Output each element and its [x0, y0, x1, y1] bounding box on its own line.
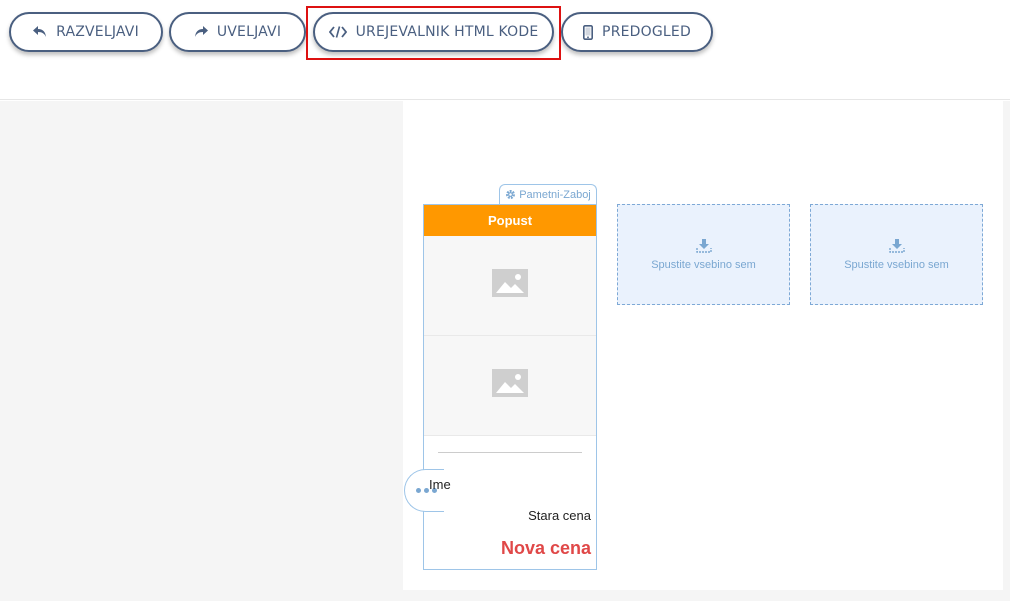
work-area: Pametni-Zaboj Popust Ime Stara cena Nova…	[0, 101, 1010, 601]
preview-label: PREDOGLED	[602, 24, 691, 40]
undo-label: RAZVELJAVI	[56, 24, 139, 40]
preview-button[interactable]: PREDOGLED	[561, 12, 713, 52]
divider	[438, 452, 582, 453]
download-icon	[695, 238, 712, 253]
dropzone-text: Spustite vsebino sem	[844, 258, 949, 271]
image-placeholder-icon	[492, 269, 528, 302]
smart-box-label[interactable]: Pametni-Zaboj	[499, 184, 597, 204]
undo-button[interactable]: RAZVELJAVI	[9, 12, 163, 52]
mobile-icon	[583, 24, 594, 40]
undo-icon	[33, 26, 47, 38]
redo-label: UVELJAVI	[216, 24, 282, 40]
editor-toolbar: RAZVELJAVI UVELJAVI UREJEVALNIK HTML KOD…	[0, 0, 1010, 100]
discount-header[interactable]: Popust	[424, 205, 596, 236]
product-image-slot[interactable]	[424, 236, 596, 336]
download-icon	[888, 238, 905, 253]
dropzone-text: Spustite vsebino sem	[651, 258, 756, 271]
code-icon	[328, 26, 347, 38]
redo-button[interactable]: UVELJAVI	[169, 12, 306, 52]
product-image-slot[interactable]	[424, 336, 596, 436]
gear-icon	[505, 189, 516, 200]
product-name[interactable]: Ime	[429, 477, 451, 492]
old-price[interactable]: Stara cena	[528, 508, 591, 523]
html-editor-label: UREJEVALNIK HTML KODE	[355, 24, 539, 40]
html-editor-button[interactable]: UREJEVALNIK HTML KODE	[313, 12, 554, 52]
product-block[interactable]: Popust Ime Stara cena Nova cena	[404, 204, 597, 570]
content-dropzone[interactable]: Spustite vsebino sem	[617, 204, 790, 305]
new-price[interactable]: Nova cena	[501, 538, 591, 559]
email-canvas: Pametni-Zaboj Popust Ime Stara cena Nova…	[403, 101, 1003, 590]
dot	[416, 488, 421, 493]
smart-box-label-text: Pametni-Zaboj	[519, 188, 591, 201]
image-placeholder-icon	[492, 369, 528, 402]
content-dropzone[interactable]: Spustite vsebino sem	[810, 204, 983, 305]
redo-icon	[194, 26, 208, 38]
